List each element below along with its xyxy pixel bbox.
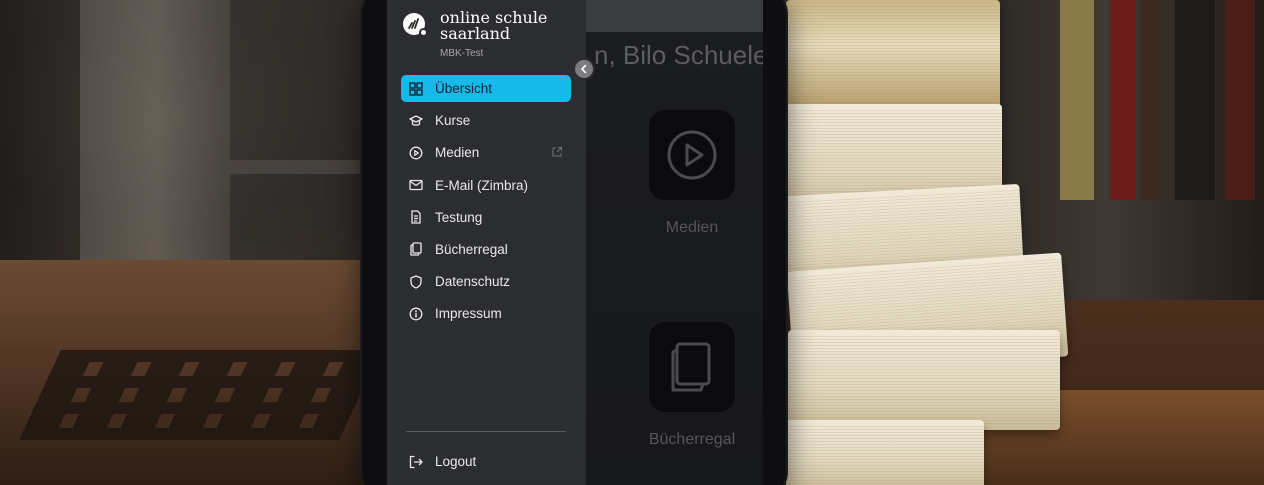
sidebar-item-label: Medien: [435, 145, 480, 161]
sidebar-item-label: Kurse: [435, 113, 471, 129]
sidebar-nav: Übersicht Kurse Medien E-Mail (Zimbra) T…: [401, 75, 571, 333]
bookshelf-tile-label: Bücherregal: [648, 431, 736, 448]
book-icon: [671, 342, 711, 392]
navigation-drawer: online schule saarland MBK-Test Übersich…: [387, 0, 586, 485]
sidebar-item-buecherregal[interactable]: Bücherregal: [401, 236, 571, 263]
welcome-heading: n, Bilo Schueler1: [594, 40, 763, 70]
logout-button[interactable]: Logout: [409, 454, 476, 469]
sidebar-item-label: Übersicht: [435, 81, 493, 96]
book-stack-item: [788, 330, 1060, 430]
sidebar-item-label: Testung: [435, 209, 483, 225]
bookshelf-left: [0, 0, 380, 270]
tablet-screen: n, Bilo Schueler1 Medien Bücherregal: [387, 0, 763, 485]
sidebar-item-label: Impressum: [435, 306, 502, 322]
media-tile[interactable]: [649, 110, 735, 200]
sidebar-item-label: Datenschutz: [435, 274, 511, 290]
logout-icon: [409, 455, 423, 469]
brand-name-line2: saarland: [440, 24, 511, 43]
drawer-divider: [406, 431, 566, 432]
collapse-drawer-button[interactable]: [575, 60, 593, 78]
book-stack-item: [786, 420, 984, 485]
sidebar-item-datenschutz[interactable]: Datenschutz: [401, 268, 571, 295]
logo-icon: [403, 13, 428, 37]
sidebar-item-label: Bücherregal: [435, 241, 508, 257]
instance-label: MBK-Test: [440, 48, 484, 59]
play-circle-icon: [409, 146, 423, 160]
shield-icon: [409, 274, 423, 289]
bookshelf-tile[interactable]: [649, 322, 735, 412]
info-icon: [409, 307, 423, 321]
external-link-icon: [551, 146, 563, 161]
grid-icon: [409, 81, 423, 96]
play-circle-icon: [667, 130, 717, 180]
sidebar-item-impressum[interactable]: Impressum: [401, 300, 571, 327]
document-icon: [409, 210, 423, 224]
sidebar-item-testung[interactable]: Testung: [401, 204, 571, 231]
sidebar-item-label: E-Mail (Zimbra): [435, 177, 528, 193]
trivet: [19, 350, 381, 440]
sidebar-item-medien[interactable]: Medien: [401, 139, 571, 166]
chevron-left-icon: [581, 64, 587, 74]
sidebar-item-uebersicht[interactable]: Übersicht: [401, 75, 571, 102]
book-stack-item: [786, 0, 1000, 112]
media-tile-label: Medien: [665, 219, 719, 236]
book-icon: [409, 242, 423, 257]
logout-label: Logout: [435, 454, 477, 469]
mail-icon: [409, 178, 423, 192]
graduation-cap-icon: [409, 114, 423, 128]
sidebar-item-email[interactable]: E-Mail (Zimbra): [401, 172, 571, 199]
sidebar-item-kurse[interactable]: Kurse: [401, 107, 571, 134]
brand[interactable]: online schule saarland MBK-Test: [403, 10, 547, 59]
